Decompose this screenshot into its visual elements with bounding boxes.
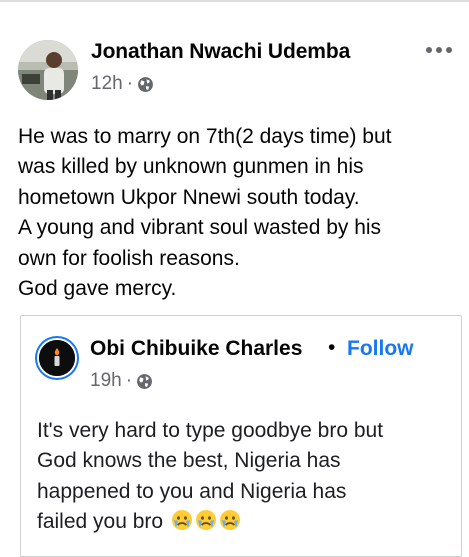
shared-post-body: It's very hard to type goodbye bro but G… bbox=[37, 416, 457, 538]
crying-face-emoji-icon bbox=[195, 510, 216, 531]
post-timestamp[interactable]: 12h bbox=[91, 73, 123, 95]
post-author-name[interactable]: Jonathan Nwachi Udemba bbox=[91, 40, 350, 64]
post-text-line: hometown Ukpor Nnewi south today. bbox=[18, 185, 360, 209]
globe-icon bbox=[137, 373, 152, 389]
follow-separator: • bbox=[328, 336, 336, 359]
shared-post-meta: 19h · bbox=[90, 370, 153, 392]
crying-face-emoji-icon bbox=[219, 510, 240, 531]
post-body: He was to marry on 7th(2 days time) but … bbox=[18, 122, 458, 304]
shared-text-line: happened to you and Nigeria has bbox=[37, 479, 347, 503]
shared-text-line: It's very hard to type goodbye bro but bbox=[37, 419, 384, 442]
crying-face-emoji-icon bbox=[171, 510, 192, 531]
author-avatar[interactable] bbox=[18, 40, 78, 100]
shared-text-line: God knows the best, Nigeria has bbox=[37, 449, 341, 473]
shared-author-name[interactable]: Obi Chibuike Charles bbox=[90, 337, 302, 361]
top-divider bbox=[0, 0, 469, 2]
meta-separator: · bbox=[125, 370, 133, 391]
shared-post-timestamp[interactable]: 19h bbox=[90, 370, 122, 392]
post-text-line: God gave mercy. bbox=[18, 277, 177, 301]
post-meta: 12h · bbox=[91, 73, 154, 95]
post-text-line: A young and vibrant soul wasted by his bbox=[18, 216, 382, 240]
meta-separator: · bbox=[126, 73, 134, 94]
post-text-line: was killed by unknown gunmen in his bbox=[18, 155, 364, 179]
shared-text-line-last: failed you bro bbox=[37, 507, 457, 537]
shared-author-avatar[interactable] bbox=[37, 338, 77, 378]
shared-text-line: failed you bro bbox=[37, 510, 164, 534]
post-text-line: He was to marry on 7th(2 days time) but bbox=[18, 125, 392, 148]
more-options-icon[interactable] bbox=[426, 43, 452, 57]
follow-button[interactable]: Follow bbox=[347, 337, 414, 361]
shared-post-card[interactable]: Obi Chibuike Charles • Follow 19h · It's… bbox=[20, 315, 462, 557]
post-text-line: own for foolish reasons. bbox=[18, 246, 240, 270]
globe-icon bbox=[138, 76, 153, 92]
